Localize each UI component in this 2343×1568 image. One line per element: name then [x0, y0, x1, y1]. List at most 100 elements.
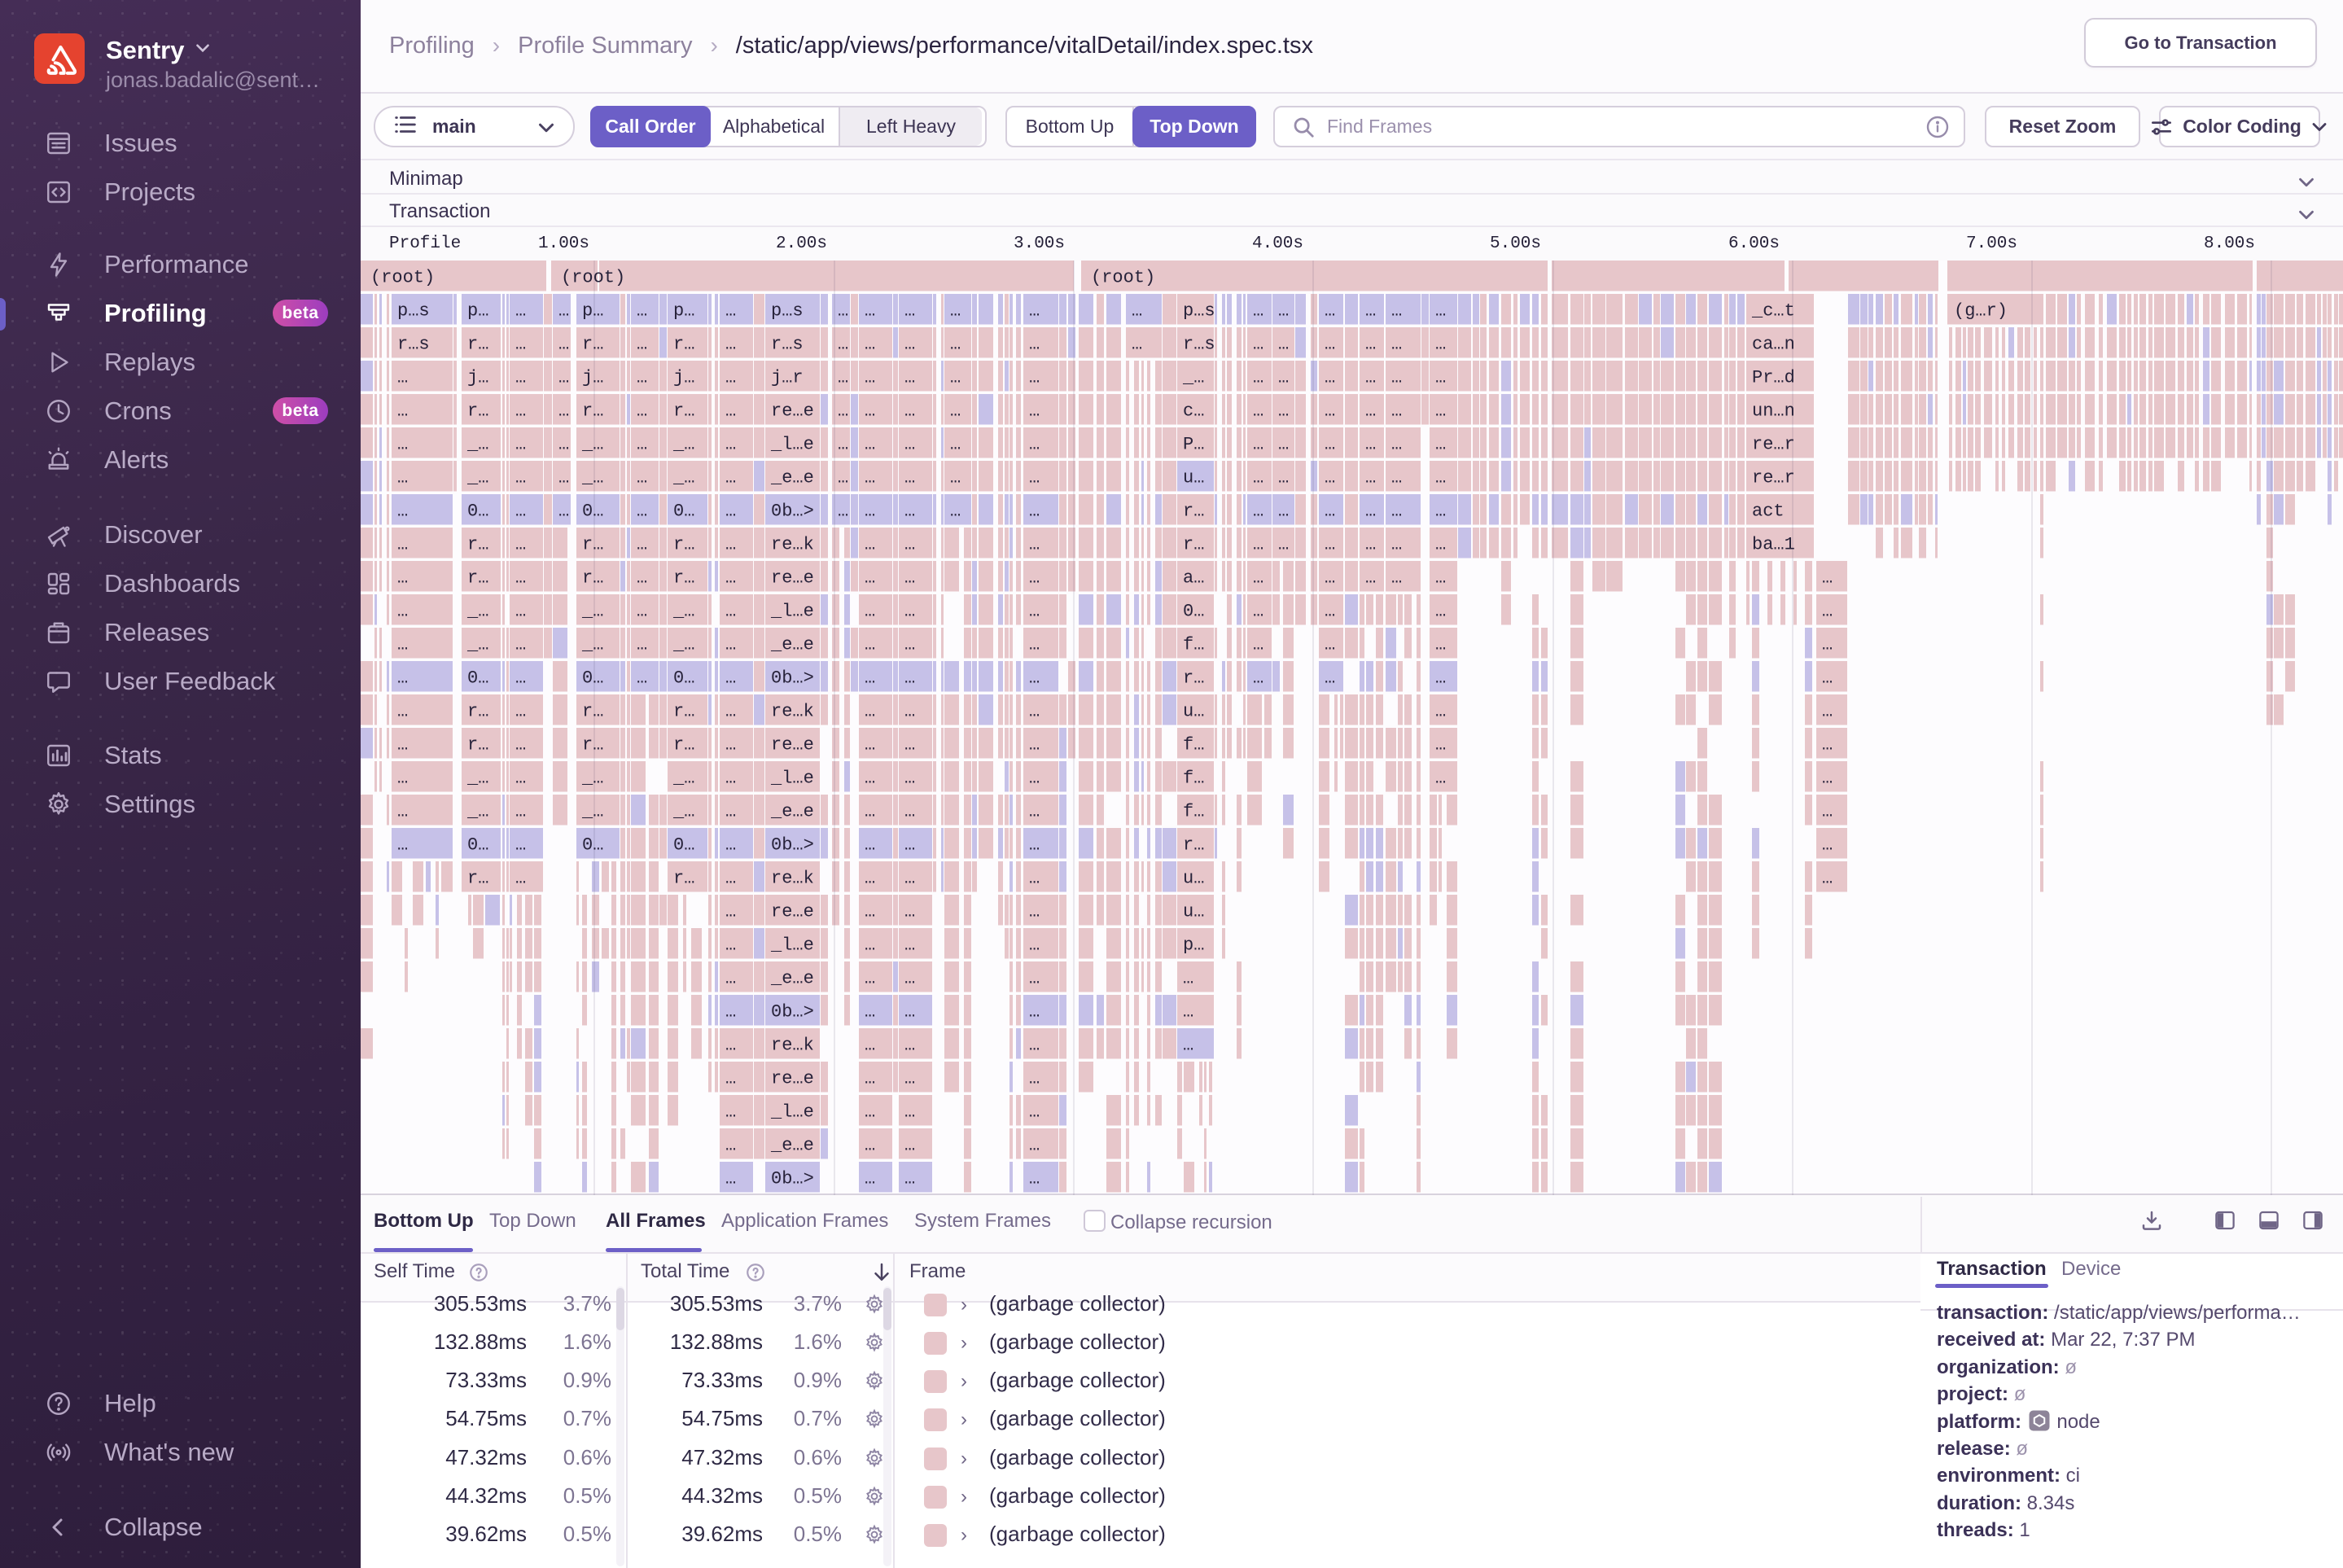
svg-text:…: …: [950, 468, 961, 488]
svg-text:r…: r…: [582, 735, 603, 756]
svg-text:…: …: [725, 568, 736, 589]
svg-text:f…: f…: [1183, 802, 1204, 822]
svg-text:…: …: [1029, 335, 1040, 355]
svg-text:…: …: [725, 935, 736, 956]
svg-text:…: …: [838, 368, 848, 388]
svg-text:…: …: [1435, 735, 1446, 756]
svg-text:…: …: [904, 1169, 915, 1189]
svg-text:…: …: [1183, 1002, 1193, 1023]
svg-text:…: …: [1029, 1102, 1040, 1123]
svg-text:…: …: [1391, 401, 1402, 422]
svg-text:…: …: [515, 869, 526, 889]
svg-text:r…: r…: [467, 535, 488, 555]
svg-text:…: …: [904, 668, 915, 689]
svg-text:_…: _…: [672, 468, 694, 488]
svg-text:_…: _…: [672, 435, 694, 455]
svg-text:…: …: [1435, 535, 1446, 555]
svg-text:…: …: [1278, 301, 1289, 322]
svg-text:re…k: re…k: [771, 1036, 814, 1056]
svg-text:_l…e: _l…e: [770, 602, 814, 622]
svg-text:…: …: [950, 501, 961, 522]
svg-text:…: …: [1029, 602, 1040, 622]
svg-text:…: …: [725, 1102, 736, 1123]
svg-text:0…: 0…: [582, 668, 603, 689]
svg-text:…: …: [1029, 902, 1040, 922]
svg-text:(root): (root): [561, 268, 625, 288]
svg-text:…: …: [725, 769, 736, 789]
svg-text:u…: u…: [1183, 902, 1204, 922]
svg-text:…: …: [904, 1069, 915, 1089]
svg-text:…: …: [725, 802, 736, 822]
svg-text:…: …: [1325, 301, 1335, 322]
svg-text:…: …: [865, 935, 875, 956]
svg-text:…: …: [397, 835, 408, 856]
svg-text:r…: r…: [673, 401, 694, 422]
svg-text:…: …: [865, 501, 875, 522]
svg-text:…: …: [904, 769, 915, 789]
svg-text:_…: _…: [466, 602, 488, 622]
svg-text:…: …: [637, 568, 647, 589]
svg-text:_…: _…: [466, 769, 488, 789]
svg-text:…: …: [397, 501, 408, 522]
svg-text:…: …: [1029, 1002, 1040, 1023]
svg-text:…: …: [1253, 535, 1263, 555]
svg-text:…: …: [1183, 969, 1193, 989]
svg-text:…: …: [865, 568, 875, 589]
svg-text:r…: r…: [467, 335, 488, 355]
svg-text:…: …: [558, 468, 569, 488]
svg-text:r…: r…: [673, 568, 694, 589]
svg-text:re…k: re…k: [771, 702, 814, 722]
svg-text:_e…e: _e…e: [770, 802, 814, 822]
svg-text:…: …: [904, 335, 915, 355]
svg-text:…: …: [1278, 468, 1289, 488]
svg-text:…: …: [838, 301, 848, 322]
svg-text:…: …: [865, 1069, 875, 1089]
svg-text:…: …: [725, 435, 736, 455]
svg-text:0…: 0…: [582, 501, 603, 522]
svg-text:r…: r…: [467, 568, 488, 589]
svg-text:…: …: [1132, 335, 1142, 355]
svg-text:…: …: [1325, 535, 1335, 555]
svg-text:0b…>: 0b…>: [771, 501, 814, 522]
svg-text:…: …: [865, 468, 875, 488]
svg-text:…: …: [397, 401, 408, 422]
svg-text:…: …: [725, 735, 736, 756]
svg-text:_l…e: _l…e: [770, 435, 814, 455]
svg-text:…: …: [1391, 501, 1402, 522]
svg-text:…: …: [950, 368, 961, 388]
svg-text:…: …: [1391, 568, 1402, 589]
svg-text:…: …: [725, 1036, 736, 1056]
svg-text:…: …: [1029, 501, 1040, 522]
svg-text:…: …: [1822, 702, 1833, 722]
svg-text:…: …: [1253, 668, 1263, 689]
svg-text:…: …: [515, 602, 526, 622]
svg-text:_…: _…: [581, 602, 603, 622]
svg-text:re…e: re…e: [771, 401, 814, 422]
svg-text:…: …: [1029, 401, 1040, 422]
svg-text:…: …: [1435, 501, 1446, 522]
svg-text:ba…1: ba…1: [1752, 535, 1795, 555]
svg-text:p…s: p…s: [397, 301, 430, 322]
svg-text:…: …: [397, 368, 408, 388]
svg-text:…: …: [397, 668, 408, 689]
svg-text:…: …: [725, 702, 736, 722]
svg-text:re…e: re…e: [771, 568, 814, 589]
svg-text:re…r: re…r: [1752, 435, 1795, 455]
svg-text:…: …: [725, 335, 736, 355]
svg-text:r…: r…: [582, 535, 603, 555]
svg-text:…: …: [1278, 535, 1289, 555]
svg-text:…: …: [725, 1069, 736, 1089]
svg-text:…: …: [865, 769, 875, 789]
svg-text:r…: r…: [673, 535, 694, 555]
svg-text:…: …: [1029, 468, 1040, 488]
svg-text:…: …: [1435, 568, 1446, 589]
svg-text:…: …: [1435, 401, 1446, 422]
svg-text:_…: _…: [581, 468, 603, 488]
svg-text:…: …: [904, 368, 915, 388]
svg-text:…: …: [515, 435, 526, 455]
svg-text:r…: r…: [673, 335, 694, 355]
svg-text:…: …: [397, 769, 408, 789]
svg-text:…: …: [637, 435, 647, 455]
svg-text:…: …: [1253, 401, 1263, 422]
svg-text:…: …: [637, 635, 647, 655]
